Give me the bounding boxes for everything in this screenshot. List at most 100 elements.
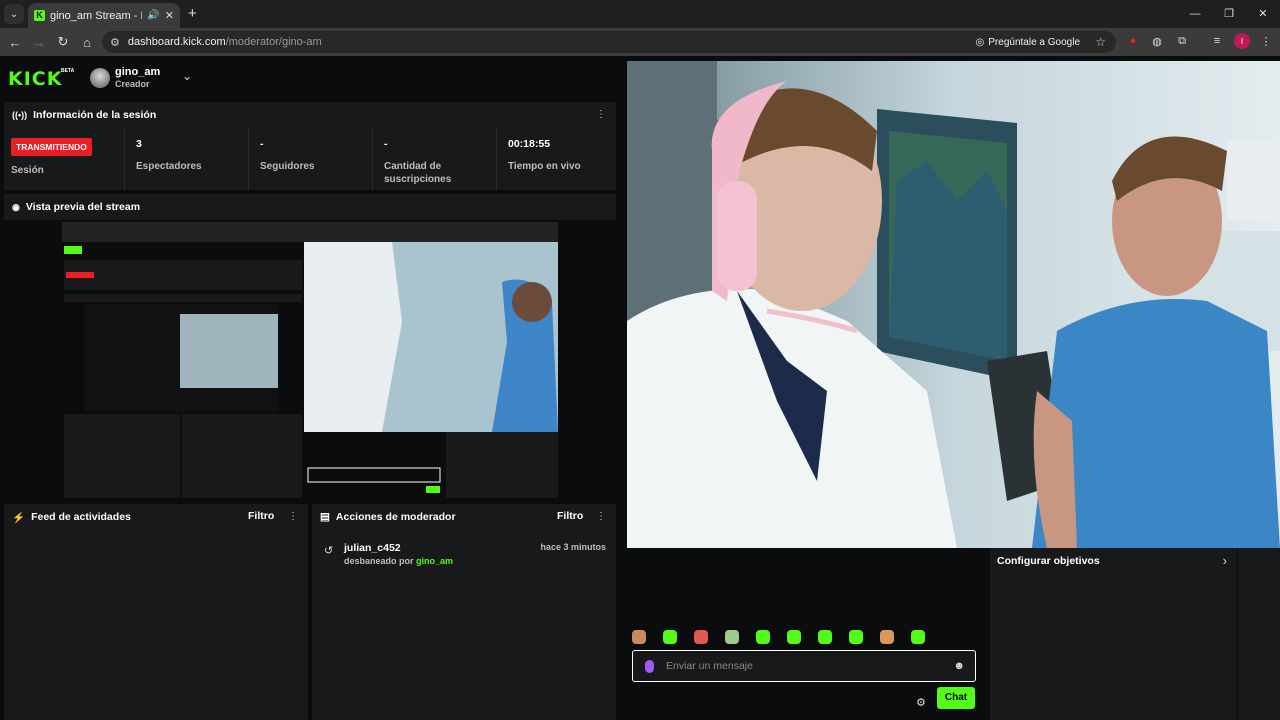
webcam-image (627, 61, 1280, 548)
beta-badge: BETA (61, 68, 75, 74)
session-info-header: ((•)) Información de la sesión (4, 102, 616, 128)
browser-toolbar: ← → ↻ ⌂ ⚙ dashboard.kick.com/moderator/g… (0, 28, 1280, 56)
mod-actions-panel: ▤ Acciones de moderador Filtro ⋮ ↺ julia… (312, 504, 616, 720)
goals-title: Configurar objetivos (997, 555, 1100, 567)
stat-session-label: Sesión (11, 165, 44, 176)
mod-entry-by[interactable]: gino_am (416, 556, 453, 566)
recursive-preview-image (62, 222, 558, 498)
dashboard-header: KICK BETA gino_am Creador ⌄ (0, 56, 626, 100)
emote-3[interactable] (694, 630, 708, 644)
stat-live-time: 00:18:55 Tiempo en vivo (496, 128, 616, 190)
stream-preview-panel: ◉ Vista previa del stream (4, 194, 616, 220)
chevron-right-icon[interactable]: › (1223, 553, 1227, 568)
address-bar[interactable]: ⚙ dashboard.kick.com/moderator/gino-am ◎… (102, 31, 1116, 53)
kick-dashboard: KICK BETA gino_am Creador ⌄ ((•)) Inform… (0, 56, 1280, 720)
unban-icon: ↺ (324, 545, 334, 557)
mod-filter-button[interactable]: Filtro (557, 510, 583, 522)
activity-filter-button[interactable]: Filtro (248, 510, 274, 522)
emote-6[interactable] (787, 630, 801, 644)
emoji-picker-icon[interactable]: ☻ (953, 660, 965, 672)
preview-icon: ◉ (12, 201, 20, 212)
browser-tab-bar: ⌄ K gino_am Stream - Kick Das 🔊 ✕ + — ❐ … (0, 0, 1280, 28)
kick-logo[interactable]: KICK (8, 68, 62, 90)
side-panel-edge (1238, 548, 1280, 720)
ask-google-label: Pregúntale a Google (988, 36, 1080, 48)
media-control-icon[interactable]: ≡ (1209, 33, 1225, 49)
broadcast-icon: ((•)) (12, 110, 28, 120)
activity-feed-title: Feed de actividades (31, 511, 131, 523)
stat-subscriptions-value: - (384, 138, 388, 150)
stat-followers: - Seguidores (248, 128, 372, 190)
emote-5[interactable] (756, 630, 770, 644)
emote-8[interactable] (849, 630, 863, 644)
browser-tab[interactable]: K gino_am Stream - Kick Das 🔊 ✕ (28, 3, 180, 28)
live-video-player[interactable] (627, 61, 1280, 548)
extension-red-icon[interactable]: ● (1125, 33, 1141, 49)
mod-actions-title: Acciones de moderador (335, 511, 456, 523)
speaker-icon[interactable]: 🔊 (147, 10, 159, 21)
stat-followers-value: - (260, 138, 264, 150)
emote-2[interactable] (663, 630, 677, 644)
bookmark-star-icon[interactable]: ☆ (1095, 35, 1106, 49)
mod-entry-user[interactable]: julian_c452 (344, 542, 401, 554)
more-options-icon[interactable]: ⋮ (596, 109, 606, 120)
forward-icon[interactable]: → (27, 35, 51, 50)
mod-more-icon[interactable]: ⋮ (596, 511, 606, 522)
emote-7[interactable] (818, 630, 832, 644)
extension-globe-icon[interactable]: ◍ (1149, 33, 1165, 49)
chat-send-button[interactable]: Chat (937, 687, 975, 709)
emote-1[interactable] (632, 630, 646, 644)
mod-entry-time: hace 3 minutos (540, 542, 606, 552)
stream-preview-video[interactable] (62, 222, 558, 498)
window-controls: — ❐ ✕ (1178, 0, 1280, 28)
extensions-puzzle-icon[interactable]: ⧉ (1174, 33, 1190, 49)
emote-quick-bar (632, 630, 925, 644)
activity-more-icon[interactable]: ⋮ (288, 511, 298, 522)
stat-subscriptions-label: Cantidad de suscripciones (384, 161, 452, 185)
stat-followers-label: Seguidores (260, 161, 315, 172)
stat-subscriptions: - Cantidad de suscripciones (372, 128, 496, 190)
microphone-icon[interactable] (645, 659, 654, 673)
emote-9[interactable] (880, 630, 894, 644)
chat-message-input[interactable]: Enviar un mensaje ☻ (632, 650, 976, 682)
document-icon: ▤ (320, 511, 330, 523)
reload-icon[interactable]: ↻ (51, 34, 75, 50)
goals-panel[interactable]: Configurar objetivos › (990, 548, 1237, 720)
stream-preview-header: ◉ Vista previa del stream (4, 194, 616, 220)
site-settings-icon[interactable]: ⚙ (110, 36, 120, 49)
browser-menu-icon[interactable]: ⋮ (1258, 33, 1274, 49)
stat-viewers-label: Espectadores (136, 161, 202, 172)
channel-avatar[interactable] (90, 68, 110, 88)
new-tab-button[interactable]: + (188, 5, 197, 22)
minimize-icon[interactable]: — (1178, 0, 1212, 28)
kick-favicon-icon: K (34, 10, 45, 21)
back-icon[interactable]: ← (3, 35, 27, 50)
close-tab-icon[interactable]: ✕ (165, 9, 174, 22)
google-lens-icon: ◎ (975, 36, 985, 48)
chevron-down-icon[interactable]: ⌄ (182, 69, 192, 83)
live-badge: TRANSMITIENDO (11, 138, 92, 156)
tab-title: gino_am Stream - Kick Das (50, 9, 142, 22)
chat-panel: Enviar un mensaje ☻ ⚙ Chat (620, 548, 988, 720)
mod-entry-action: desbaneado por (344, 556, 414, 566)
close-window-icon[interactable]: ✕ (1246, 0, 1280, 28)
emote-10[interactable] (911, 630, 925, 644)
chat-settings-icon[interactable]: ⚙ (916, 696, 926, 709)
restore-icon[interactable]: ❐ (1212, 0, 1246, 28)
activity-feed-panel: ⚡ Feed de actividades Filtro ⋮ (4, 504, 308, 720)
home-icon[interactable]: ⌂ (75, 35, 99, 50)
url-path: /moderator/gino-am (225, 36, 322, 48)
stat-session: TRANSMITIENDO Sesión (4, 128, 124, 190)
channel-name[interactable]: gino_am (115, 66, 160, 78)
profile-avatar[interactable]: I (1234, 33, 1250, 49)
ask-google-button[interactable]: ◎ Pregúntale a Google (976, 34, 1080, 50)
stat-viewers: 3 Espectadores (124, 128, 248, 190)
emote-4[interactable] (725, 630, 739, 644)
tab-search-button[interactable]: ⌄ (4, 4, 24, 24)
session-info-title: Información de la sesión (33, 109, 157, 121)
chat-placeholder: Enviar un mensaje (666, 660, 753, 672)
channel-role: Creador (115, 79, 150, 89)
url-host: dashboard.kick.com (127, 36, 226, 48)
stat-viewers-value: 3 (136, 138, 142, 150)
session-stats: TRANSMITIENDO Sesión 3 Espectadores - Se… (4, 128, 616, 190)
